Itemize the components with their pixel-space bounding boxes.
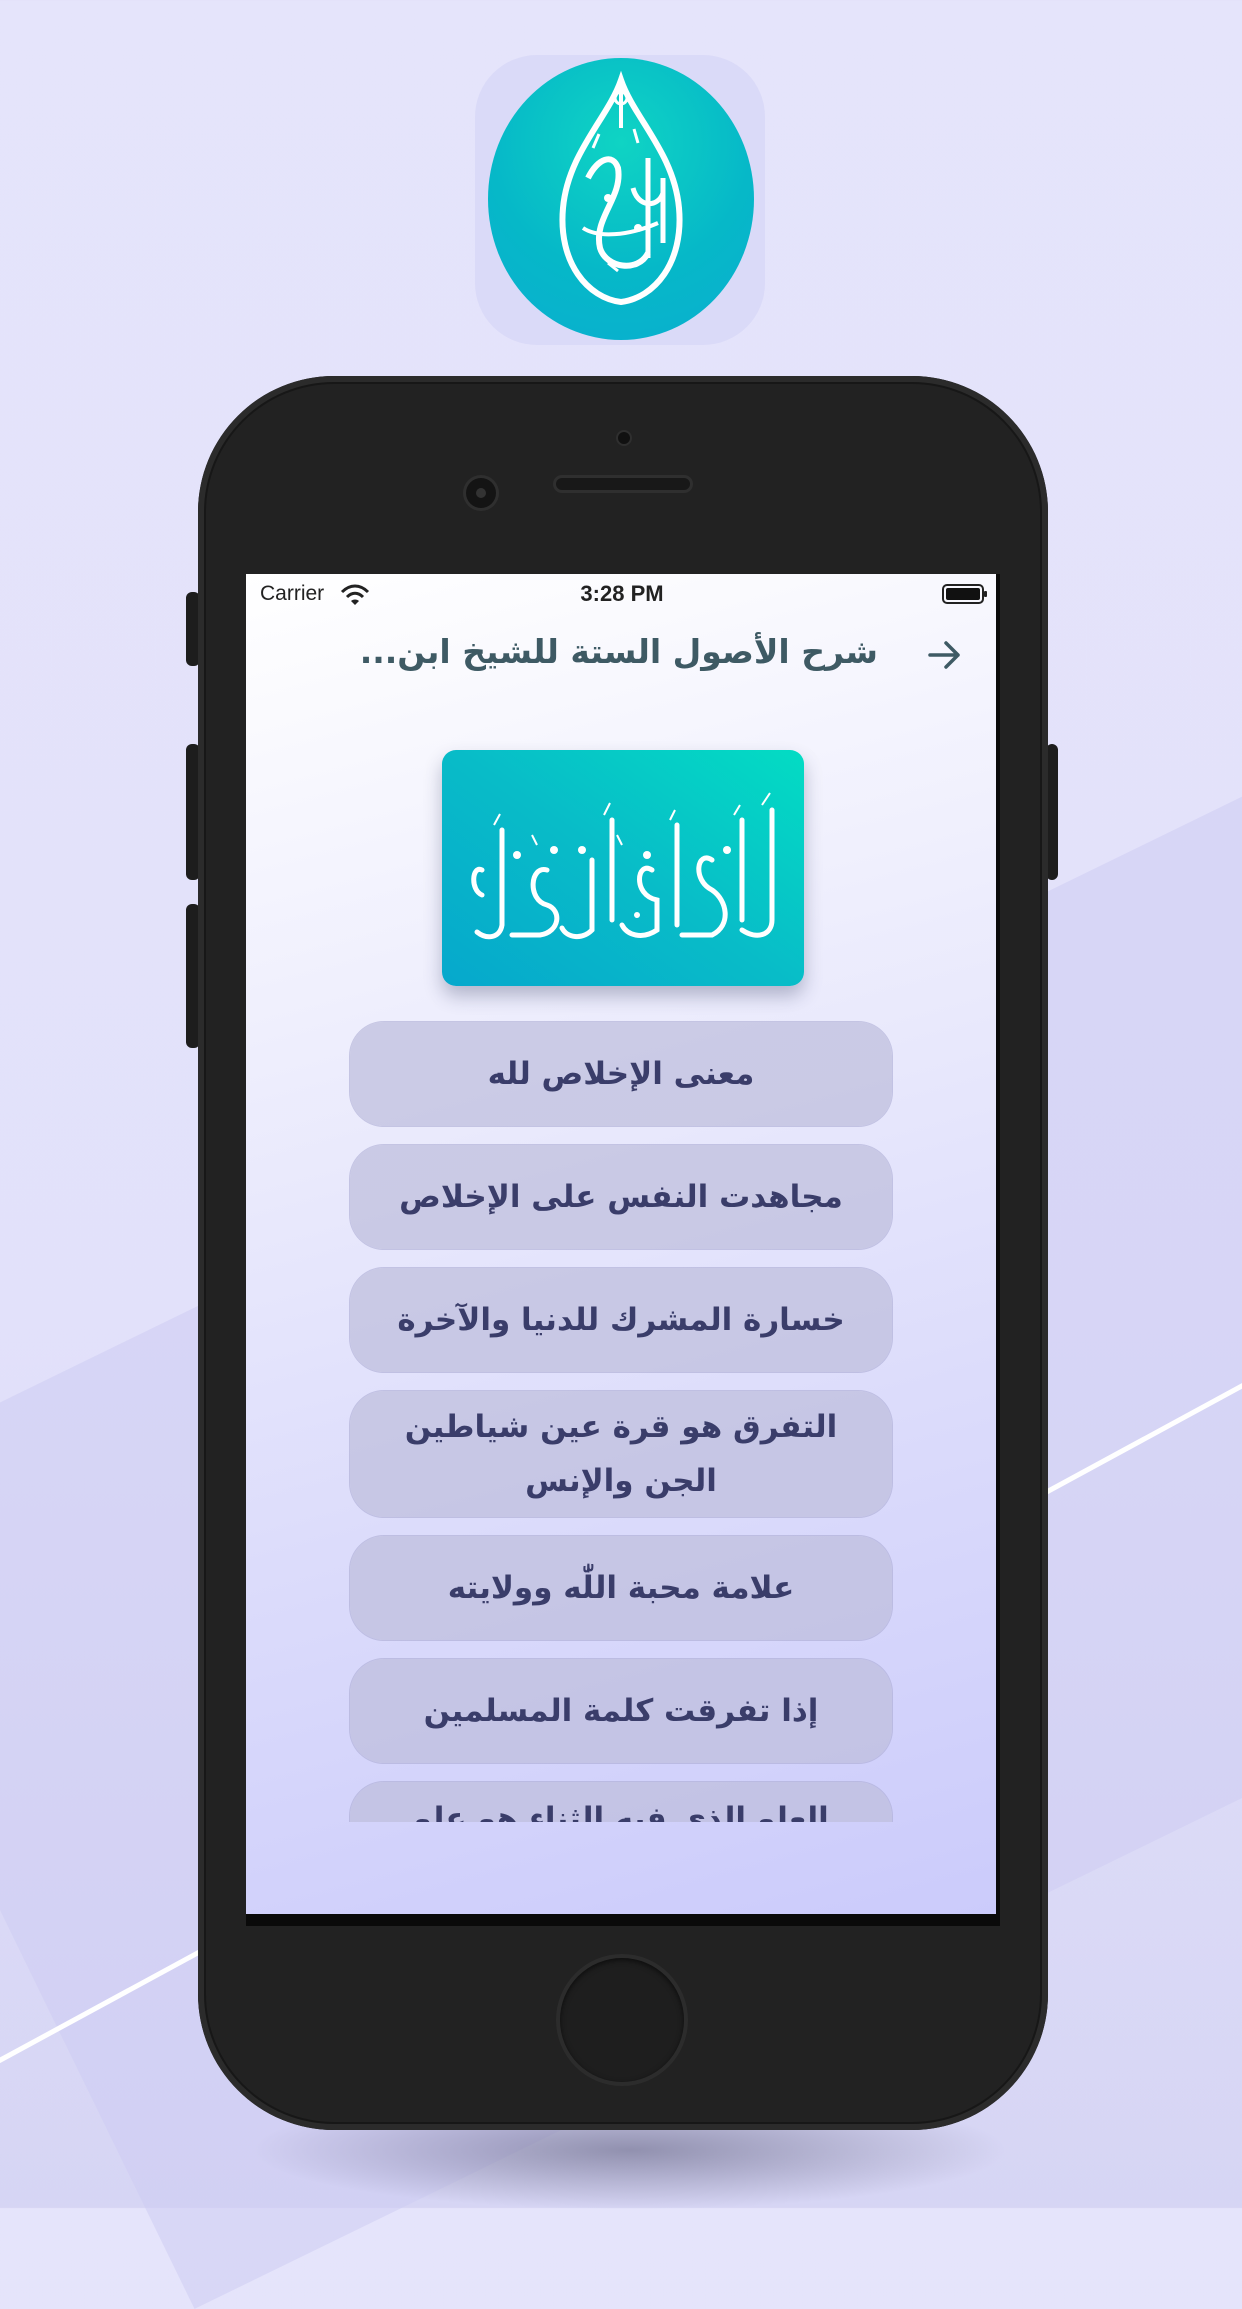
- topic-label: العلو الذي فيه الثناء هو علو: [413, 1801, 829, 1822]
- topic-button[interactable]: علامة محبة اللّٰه وولايته: [350, 1536, 892, 1640]
- proximity-sensor: [618, 432, 630, 444]
- topic-button[interactable]: التفرق هو قرة عين شياطين الجن والإنس: [350, 1391, 892, 1517]
- app-screen: Carrier 3:28 PM شرح الأصول الستة للشيخ ا…: [246, 574, 998, 1914]
- topic-button[interactable]: العلو الذي فيه الثناء هو علو: [350, 1782, 892, 1822]
- calligraphy-logo-icon: [559, 70, 683, 306]
- topic-label: علامة محبة اللّٰه وولايته: [447, 1570, 795, 1606]
- front-camera-icon: [466, 478, 496, 508]
- topic-button[interactable]: مجاهدت النفس على الإخلاص: [350, 1145, 892, 1249]
- topic-label: إذا تفرقت كلمة المسلمين: [423, 1693, 819, 1729]
- topic-label: معنى الإخلاص لله: [487, 1056, 755, 1092]
- earpiece-speaker: [556, 478, 690, 490]
- screen-bottom-edge: [246, 1914, 1000, 1926]
- topic-button[interactable]: معنى الإخلاص لله: [350, 1022, 892, 1126]
- topic-button[interactable]: إذا تفرقت كلمة المسلمين: [350, 1659, 892, 1763]
- screen-edge: [996, 574, 1000, 1926]
- topic-label: خسارة المشرك للدنيا والآخرة: [397, 1302, 845, 1338]
- app-icon: [488, 58, 754, 340]
- topic-button[interactable]: خسارة المشرك للدنيا والآخرة: [350, 1268, 892, 1372]
- topic-label: التفرق هو قرة عين شياطين الجن والإنس: [404, 1409, 838, 1499]
- topic-label: مجاهدت النفس على الإخلاص: [399, 1179, 843, 1215]
- topics-list-viewport: معنى الإخلاص لله مجاهدت النفس على الإخلا…: [246, 574, 998, 1822]
- home-button[interactable]: [560, 1958, 684, 2082]
